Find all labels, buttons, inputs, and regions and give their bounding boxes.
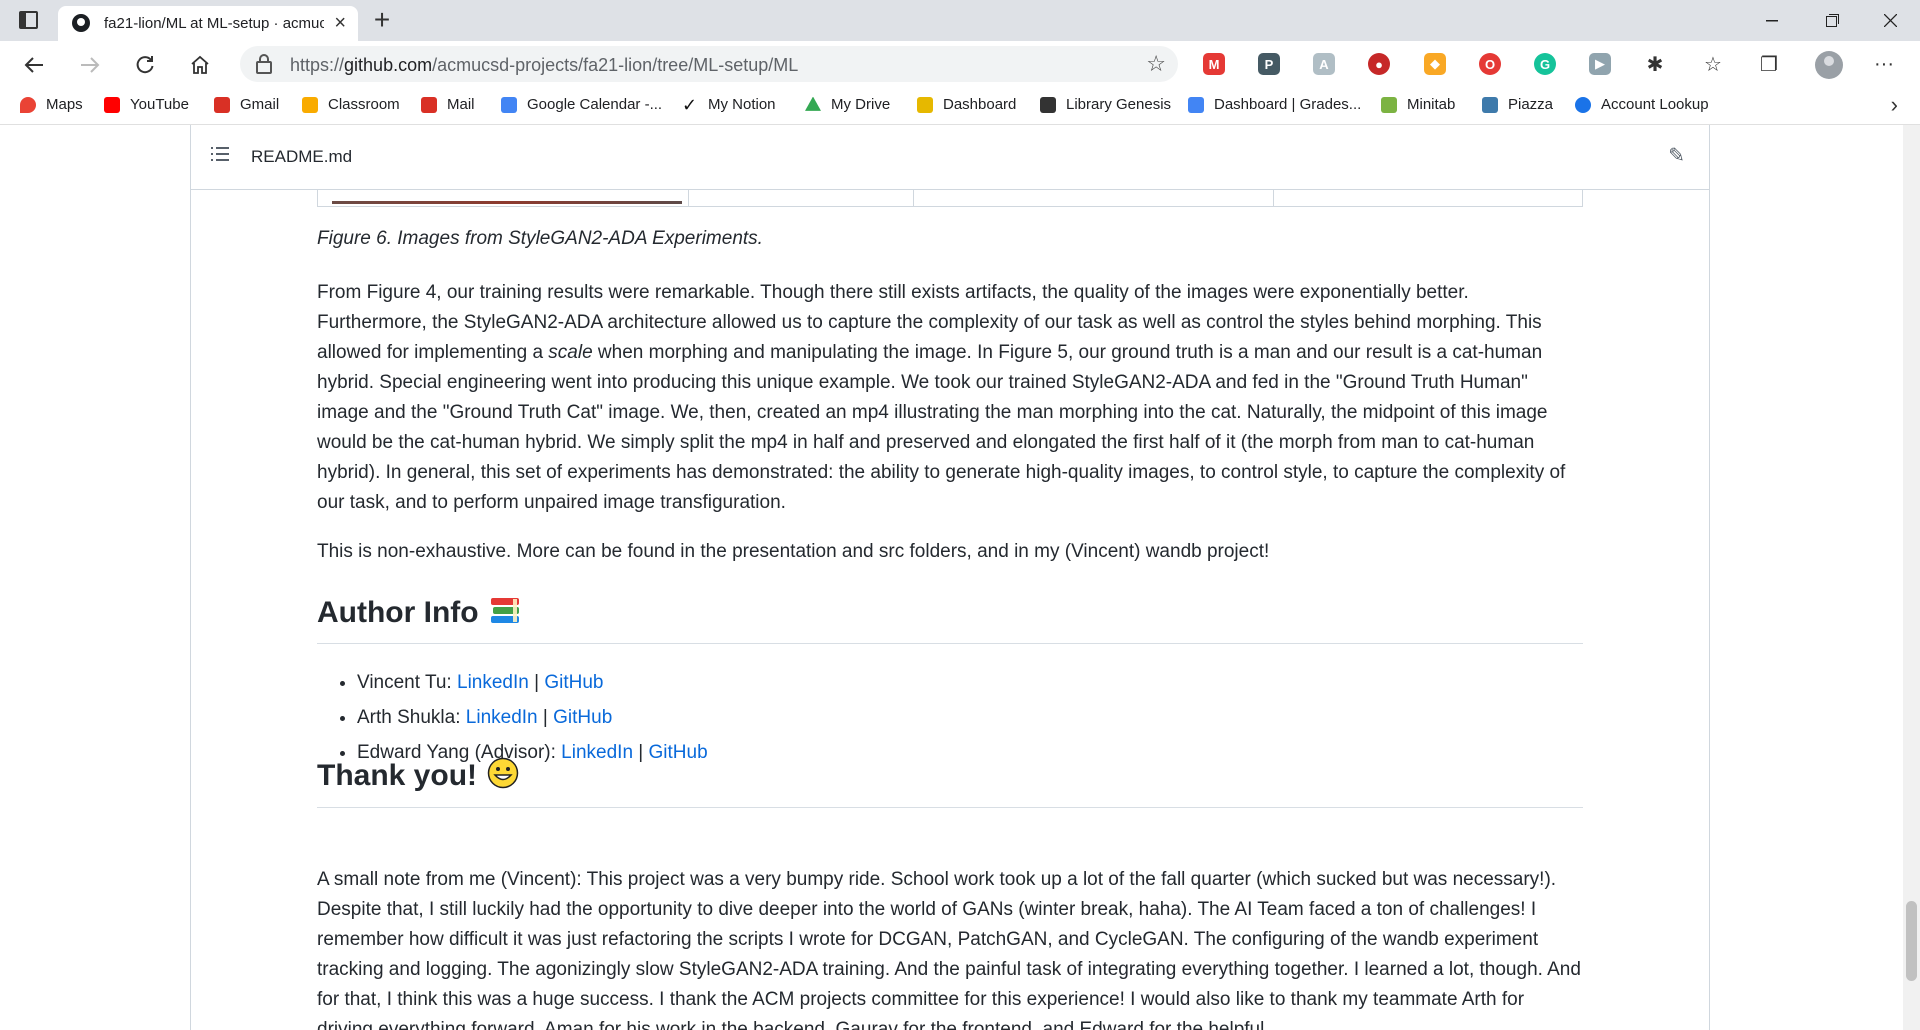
home-icon bbox=[191, 55, 209, 74]
bookmark-minitab[interactable]: Minitab bbox=[1381, 96, 1455, 113]
table-cell bbox=[688, 189, 689, 206]
home-button[interactable] bbox=[184, 49, 216, 81]
figure-image-edge bbox=[332, 201, 682, 204]
active-tab[interactable]: fa21-lion/ML at ML-setup · acmucsd × bbox=[58, 6, 358, 41]
arth-github-link[interactable]: GitHub bbox=[553, 707, 612, 728]
figure-caption: Figure 6. Images from StyleGAN2-ADA Expe… bbox=[317, 228, 763, 249]
books-emoji-icon bbox=[489, 595, 521, 633]
new-tab-button[interactable]: + bbox=[367, 5, 397, 35]
bookmark-google-calendar[interactable]: Google Calendar -... bbox=[501, 96, 662, 113]
non-exhaustive-paragraph: This is non-exhaustive. More can be foun… bbox=[317, 541, 1270, 562]
minitab-icon bbox=[1381, 96, 1397, 113]
bookmark-piazza[interactable]: Piazza bbox=[1482, 96, 1553, 113]
list-item: Vincent Tu: LinkedIn | GitHub bbox=[357, 665, 708, 700]
table-cell bbox=[913, 189, 914, 206]
calendar-icon bbox=[501, 96, 517, 113]
reload-button[interactable] bbox=[129, 49, 161, 81]
account-lookup-icon bbox=[1575, 96, 1591, 113]
minimize-icon bbox=[1766, 19, 1778, 21]
adblock-extension-icon[interactable]: O bbox=[1479, 53, 1501, 75]
favorites-icon[interactable]: ☆ bbox=[1700, 51, 1726, 77]
add-favorite-icon[interactable]: ☆ bbox=[1146, 51, 1166, 77]
bookmarks-bar: Maps YouTube Gmail Classroom Mail Google… bbox=[0, 88, 1920, 125]
address-bar[interactable]: https://github.com/acmucsd-projects/fa21… bbox=[240, 46, 1178, 82]
bookmark-youtube[interactable]: YouTube bbox=[104, 96, 189, 113]
tab-strip: fa21-lion/ML at ML-setup · acmucsd × + bbox=[0, 0, 1920, 41]
bookmark-library-genesis[interactable]: Library Genesis bbox=[1040, 96, 1171, 113]
page-viewport: Figure 6. Images from StyleGAN2-ADA Expe… bbox=[0, 125, 1920, 1030]
lock-icon bbox=[256, 54, 272, 74]
drive-icon bbox=[805, 96, 821, 111]
grades-chart-icon bbox=[1188, 96, 1204, 113]
classroom-icon bbox=[302, 96, 318, 113]
translate-extension-icon[interactable]: A bbox=[1313, 53, 1335, 75]
tab-actions-icon bbox=[18, 11, 38, 29]
readme-header: README.md ✎ bbox=[191, 125, 1709, 190]
bookmark-account-lookup[interactable]: Account Lookup bbox=[1575, 96, 1709, 113]
reload-icon bbox=[136, 56, 154, 74]
tab-title: fa21-lion/ML at ML-setup · acmucsd bbox=[104, 15, 324, 32]
mega-extension-icon[interactable]: M bbox=[1203, 53, 1225, 75]
browser-toolbar: https://github.com/acmucsd-projects/fa21… bbox=[0, 41, 1920, 88]
readme-container: Figure 6. Images from StyleGAN2-ADA Expe… bbox=[190, 125, 1710, 1030]
mail-icon bbox=[421, 96, 437, 113]
edit-pencil-icon[interactable]: ✎ bbox=[1668, 143, 1685, 168]
grammarly-extension-icon[interactable]: G bbox=[1534, 53, 1556, 75]
list-item: Arth Shukla: LinkedIn | GitHub bbox=[357, 700, 708, 735]
youtube-icon bbox=[104, 96, 120, 113]
maps-pin-icon bbox=[20, 96, 36, 113]
results-paragraph: From Figure 4, our training results were… bbox=[317, 282, 1566, 513]
author-info-heading: Author Info bbox=[317, 595, 1583, 644]
figure-table-bottom bbox=[317, 189, 1583, 207]
scrollbar-thumb[interactable] bbox=[1906, 901, 1917, 981]
table-cell bbox=[1273, 189, 1274, 206]
bookmark-classroom[interactable]: Classroom bbox=[302, 96, 400, 113]
bookmark-my-notion[interactable]: ✓ My Notion bbox=[682, 94, 776, 115]
author-list: Vincent Tu: LinkedIn | GitHub Arth Shukl… bbox=[317, 665, 708, 770]
back-button[interactable] bbox=[18, 49, 50, 81]
checkmark-icon: ✓ bbox=[682, 94, 698, 115]
piazza-icon bbox=[1482, 96, 1498, 113]
close-window-button[interactable] bbox=[1860, 0, 1920, 41]
restore-button[interactable] bbox=[1802, 0, 1862, 41]
minimize-button[interactable] bbox=[1742, 0, 1802, 41]
page-scrollbar[interactable] bbox=[1903, 125, 1920, 1030]
vincent-linkedin-link[interactable]: LinkedIn bbox=[457, 672, 529, 693]
library-icon bbox=[1040, 96, 1056, 113]
bookmark-grades-dashboard[interactable]: Dashboard | Grades... bbox=[1188, 96, 1361, 113]
record-extension-icon[interactable]: ● bbox=[1368, 53, 1390, 75]
bookmark-my-drive[interactable]: My Drive bbox=[805, 96, 890, 113]
video-extension-icon[interactable]: ▶ bbox=[1589, 53, 1611, 75]
extensions-puzzle-icon[interactable]: ✱ bbox=[1642, 51, 1668, 77]
bookmark-mail[interactable]: Mail bbox=[421, 96, 475, 113]
collections-icon[interactable]: ❐ bbox=[1756, 51, 1782, 77]
bookmarks-overflow-chevron-icon[interactable]: › bbox=[1891, 92, 1898, 118]
restore-icon bbox=[1825, 14, 1839, 27]
tab-actions-button[interactable] bbox=[14, 7, 42, 33]
close-icon bbox=[1883, 14, 1897, 27]
back-arrow-icon bbox=[24, 57, 43, 73]
colorful-extension-icon[interactable]: ◆ bbox=[1424, 53, 1446, 75]
canvas-icon bbox=[917, 96, 933, 113]
forward-button[interactable] bbox=[74, 49, 106, 81]
gmail-icon bbox=[214, 96, 230, 113]
profile-avatar[interactable] bbox=[1815, 51, 1843, 79]
bookmark-dashboard[interactable]: Dashboard bbox=[917, 96, 1016, 113]
closing-note-paragraph: A small note from me (Vincent): This pro… bbox=[317, 869, 1581, 1030]
close-tab-button[interactable]: × bbox=[334, 12, 346, 34]
url-text: https://github.com/acmucsd-projects/fa21… bbox=[290, 55, 799, 75]
more-menu-icon[interactable]: ··· bbox=[1871, 51, 1897, 77]
table-of-contents-icon[interactable] bbox=[211, 147, 229, 163]
bookmark-gmail[interactable]: Gmail bbox=[214, 96, 279, 113]
thank-you-heading: Thank you! bbox=[317, 757, 1583, 808]
paypal-honey-extension-icon[interactable]: P bbox=[1258, 53, 1280, 75]
forward-arrow-icon bbox=[81, 57, 100, 73]
bookmark-maps[interactable]: Maps bbox=[20, 96, 83, 113]
vincent-github-link[interactable]: GitHub bbox=[544, 672, 603, 693]
grinning-face-emoji-icon bbox=[487, 757, 519, 797]
readme-filename: README.md bbox=[251, 147, 353, 166]
arth-linkedin-link[interactable]: LinkedIn bbox=[466, 707, 538, 728]
github-favicon-icon bbox=[72, 14, 90, 32]
